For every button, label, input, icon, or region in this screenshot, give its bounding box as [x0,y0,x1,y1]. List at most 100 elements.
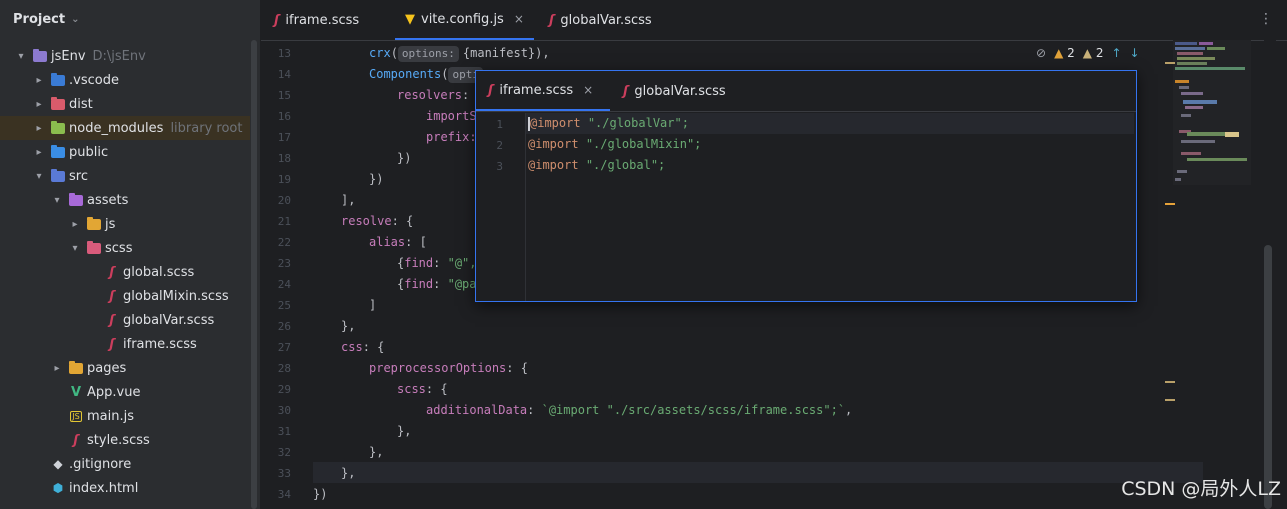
tree-item-label: style.scss [87,432,150,448]
popup-code-line-2: @import "./globalMixin"; [528,137,702,151]
line-number: 28 [277,362,291,375]
tree-item-label: index.html [69,480,139,496]
line-number: 21 [277,215,291,228]
chevron-down-icon[interactable]: ⌄ [71,14,79,25]
tree-item-label: .gitignore [69,456,132,472]
tree-item-app-vue[interactable]: ▸VApp.vue [0,380,250,404]
tree-item-public[interactable]: ▸ public [0,140,250,164]
project-tool-window: Project ⌄ ▾ jsEnv D:\jsEnv ▸ .vscode ▸ dist ▸ no… [0,0,261,509]
line-number: 20 [277,194,291,207]
vue-file-icon: V [70,384,82,400]
popup-line-gutter: 1 2 3 [476,113,526,301]
quick-definition-popup[interactable]: ʃ iframe.scss × ʃ globalVar.scss 1 2 3 @… [475,70,1137,302]
line-number: 27 [277,341,291,354]
code-line-17: prefix: [426,130,477,144]
popup-line-number: 1 [496,118,503,131]
project-tree-scrollbar[interactable] [251,40,257,509]
popup-code-line-1: @import "./globalVar"; [528,116,689,131]
chevron-down-icon[interactable]: ▾ [50,195,64,206]
tree-item-assets[interactable]: ▾ assets [0,188,250,212]
line-number-gutter: 13 14 15 16 17 18 19 20 21 22 23 24 25 26 27 28 29 30 31 32… [261,40,313,509]
tab-iframe-scss[interactable]: ʃ iframe.scss [274,0,359,40]
tree-item-pages[interactable]: ▸ pages [0,356,250,380]
popup-tab-iframe-scss[interactable]: ʃ iframe.scss × [476,71,610,111]
chevron-right-icon[interactable]: ▸ [32,123,46,134]
tree-item-label: .vscode [69,72,119,88]
scss-file-icon: ʃ [274,12,280,28]
tree-item-node-modules[interactable]: ▸ node_modules library root [0,116,250,140]
line-number: 22 [277,236,291,249]
tree-item-label: global.scss [123,264,195,280]
tree-item-annotation: library root [170,120,243,136]
tree-item-globalmixin-scss[interactable]: ▸ʃglobalMixin.scss [0,284,250,308]
scss-file-icon: ʃ [109,336,115,352]
tree-item-src[interactable]: ▾ src [0,164,250,188]
tree-item-label: App.vue [87,384,141,400]
tree-item-label: dist [69,96,93,112]
tree-item-main-js[interactable]: ▸JSmain.js [0,404,250,428]
scss-folder-icon [86,240,102,256]
project-view-selector[interactable]: Project ⌄ [0,0,260,38]
tab-vite-config-js[interactable]: ▼ vite.config.js × [395,0,534,40]
tree-item-annotation: D:\jsEnv [92,48,146,64]
pages-folder-icon [68,360,84,376]
weak-warning-marker[interactable] [1165,399,1175,401]
tree-item-label: pages [87,360,127,376]
tree-item-gitignore[interactable]: ▸◆.gitignore [0,452,250,476]
line-number: 16 [277,110,291,123]
source-folder-icon [50,168,66,184]
close-tab-icon[interactable]: × [583,83,593,97]
code-line-32: }, [369,445,384,459]
popup-tab-globalvar-scss[interactable]: ʃ globalVar.scss [623,71,726,111]
tree-item-dist[interactable]: ▸ dist [0,92,250,116]
tree-item-label: js [105,216,116,232]
code-minimap[interactable] [1173,40,1251,185]
weak-warning-marker[interactable] [1165,381,1175,383]
tree-item-index-html[interactable]: ▸⬢index.html [0,476,250,500]
chevron-right-icon[interactable]: ▸ [50,363,64,374]
code-line-29: scss: { [397,382,448,396]
code-line-13: crx(options: {manifest}), [369,46,550,62]
popup-code-view[interactable]: @import "./globalVar"; @import "./global… [526,113,1134,301]
node-modules-folder-icon [50,120,66,136]
code-line-23: {find: "@", [397,256,477,270]
current-line-highlight [313,462,1203,483]
chevron-right-icon[interactable]: ▸ [32,147,46,158]
chevron-down-icon[interactable]: ▾ [68,243,82,254]
tab-globalvar-scss[interactable]: ʃ globalVar.scss [549,0,652,40]
tree-item-jsenv[interactable]: ▾ jsEnv D:\jsEnv [0,44,250,68]
tree-item-vscode[interactable]: ▸ .vscode [0,68,250,92]
line-number: 18 [277,152,291,165]
tree-item-iframe-scss[interactable]: ▸ʃiframe.scss [0,332,250,356]
tree-item-label: src [69,168,88,184]
chevron-down-icon[interactable]: ▾ [32,171,46,182]
warning-marker[interactable] [1165,203,1175,205]
code-line-14: Components(opti [369,64,487,85]
editor-scrollbar-thumb[interactable] [1264,245,1272,509]
weak-warning-marker[interactable] [1165,62,1175,64]
minimap-preview [1175,42,1247,181]
js-file-icon: JS [70,410,82,422]
chevron-right-icon[interactable]: ▸ [32,99,46,110]
more-options-icon[interactable]: ⋮ [1259,11,1273,27]
line-number: 24 [277,278,291,291]
tree-item-js[interactable]: ▸ js [0,212,250,236]
code-line-15: resolvers: [397,88,470,102]
parameter-hint: options: [397,46,459,62]
code-line-22: alias: [ [369,235,427,249]
chevron-down-icon[interactable]: ▾ [14,51,28,62]
popup-line-number: 2 [496,139,503,152]
close-tab-icon[interactable]: × [514,12,524,26]
tree-item-style-scss[interactable]: ▸ʃstyle.scss [0,428,250,452]
code-line-18: }) [397,151,412,165]
chevron-right-icon[interactable]: ▸ [32,75,46,86]
line-number: 15 [277,89,291,102]
tree-item-scss[interactable]: ▾ scss [0,236,250,260]
module-folder-icon [32,48,48,64]
tab-label: iframe.scss [499,82,574,98]
line-number: 29 [277,383,291,396]
chevron-right-icon[interactable]: ▸ [68,219,82,230]
tab-label: iframe.scss [285,12,360,28]
tree-item-globalvar-scss[interactable]: ▸ʃglobalVar.scss [0,308,250,332]
tree-item-global-scss[interactable]: ▸ʃglobal.scss [0,260,250,284]
